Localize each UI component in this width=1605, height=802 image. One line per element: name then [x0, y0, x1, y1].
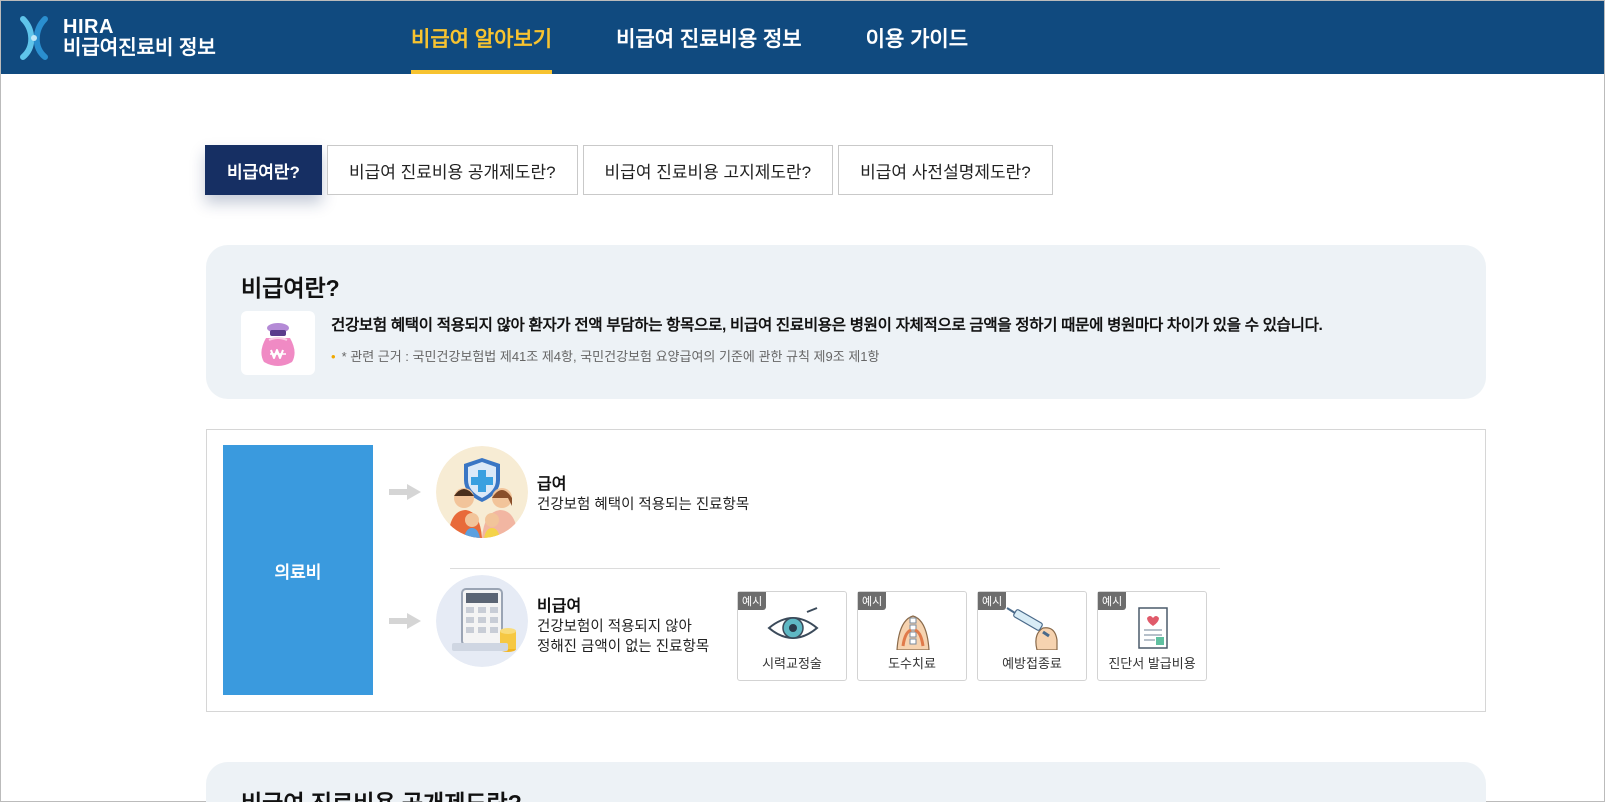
example-badge: 예시 — [738, 592, 767, 610]
disclosure-system-title: 비급여 진료비용 공개제도란? — [241, 784, 522, 802]
money-icon-box — [241, 311, 315, 375]
logo-subtitle: 비급여진료비 정보 — [63, 37, 216, 59]
calculator-icon — [436, 575, 528, 667]
example-card-manual-therapy: 예시 도수치료 — [857, 591, 967, 681]
tab-disclosure-system[interactable]: 비급여 진료비용 공개제도란? — [326, 145, 578, 195]
example-label: 진단서 발급비용 — [1108, 656, 1196, 671]
sub-tabs: 비급여란? 비급여 진료비용 공개제도란? 비급여 진료비용 고지제도란? 비급… — [205, 145, 1058, 195]
definition-title: 비급여란? — [241, 275, 340, 301]
example-badge: 예시 — [1098, 592, 1127, 610]
main-nav: 비급여 알아보기 비급여 진료비용 정보 이용 가이드 — [411, 1, 1032, 74]
covered-title: 급여 — [537, 476, 567, 493]
family-shield-icon — [436, 446, 528, 538]
certificate-icon — [1138, 607, 1168, 649]
nav-item-about-non-covered[interactable]: 비급여 알아보기 — [411, 1, 553, 74]
money-bag-icon — [261, 323, 295, 366]
spine-therapy-icon — [896, 615, 930, 650]
non-covered-title: 비급여 — [537, 598, 582, 615]
covered-description: 건강보험 혜택이 적용되는 진료항목 — [537, 497, 750, 513]
example-card-vaccination: 예시 예방접종료 — [977, 591, 1087, 681]
arrow-right-icon — [389, 613, 421, 629]
example-badge: 예시 — [858, 592, 887, 610]
definition-description: 건강보험 혜택이 적용되지 않아 환자가 전액 부담하는 항목으로, 비급여 진… — [331, 317, 1323, 334]
examples-list: 예시 시력교정술 예시 도수치료 예시 예방접종료 예시 진단서 발급비용 — [737, 591, 1217, 681]
disclosure-system-panel: 비급여 진료비용 공개제도란? — [206, 762, 1486, 802]
tab-notice-system[interactable]: 비급여 진료비용 고지제도란? — [582, 145, 834, 195]
medical-cost-box: 의료비 — [223, 445, 373, 695]
non-covered-description-line1: 건강보험이 적용되지 않아 — [537, 619, 692, 635]
non-covered-description: 건강보험이 적용되지 않아 정해진 금액이 없는 진료항목 — [537, 617, 709, 657]
section-divider — [450, 568, 1220, 569]
non-covered-description-line2: 정해진 금액이 없는 진료항목 — [537, 639, 710, 655]
site-logo[interactable]: HIRA 비급여진료비 정보 — [17, 13, 216, 63]
hira-logo-icon — [20, 16, 48, 60]
nav-item-cost-info[interactable]: 비급여 진료비용 정보 — [616, 1, 802, 74]
cost-classification-diagram: 의료비 급여 건강보험 혜택이 적용되는 진료항목 비급여 건강보험이 적용되지… — [206, 429, 1486, 712]
bullet-dot: • — [331, 349, 336, 364]
example-card-certificate-fee: 예시 진단서 발급비용 — [1097, 591, 1207, 681]
top-header: HIRA 비급여진료비 정보 비급여 알아보기 비급여 진료비용 정보 이용 가… — [1, 1, 1604, 74]
definition-panel: 비급여란? 건강보험 혜택이 적용되지 않아 환자가 전액 부담하는 항목으로,… — [206, 245, 1486, 399]
example-badge: 예시 — [978, 592, 1007, 610]
example-label: 도수치료 — [888, 656, 936, 671]
legal-note-text: * 관련 근거 : 국민건강보험법 제41조 제4항, 국민건강보험 요양급여의… — [341, 349, 880, 364]
logo-title: HIRA — [63, 16, 114, 38]
syringe-icon — [1006, 607, 1058, 650]
arrow-right-icon — [389, 484, 421, 500]
example-label: 예방접종료 — [1002, 656, 1062, 671]
nav-item-user-guide[interactable]: 이용 가이드 — [866, 1, 968, 74]
eye-icon — [767, 607, 819, 639]
example-card-vision-correction: 예시 시력교정술 — [737, 591, 847, 681]
logo-text: HIRA 비급여진료비 정보 — [63, 17, 216, 59]
example-label: 시력교정술 — [762, 656, 822, 671]
tab-what-is-non-covered[interactable]: 비급여란? — [205, 145, 322, 195]
definition-legal-note: • * 관련 근거 : 국민건강보험법 제41조 제4항, 국민건강보험 요양급여… — [331, 346, 879, 365]
tab-prior-explanation-system[interactable]: 비급여 사전설명제도란? — [838, 145, 1053, 195]
